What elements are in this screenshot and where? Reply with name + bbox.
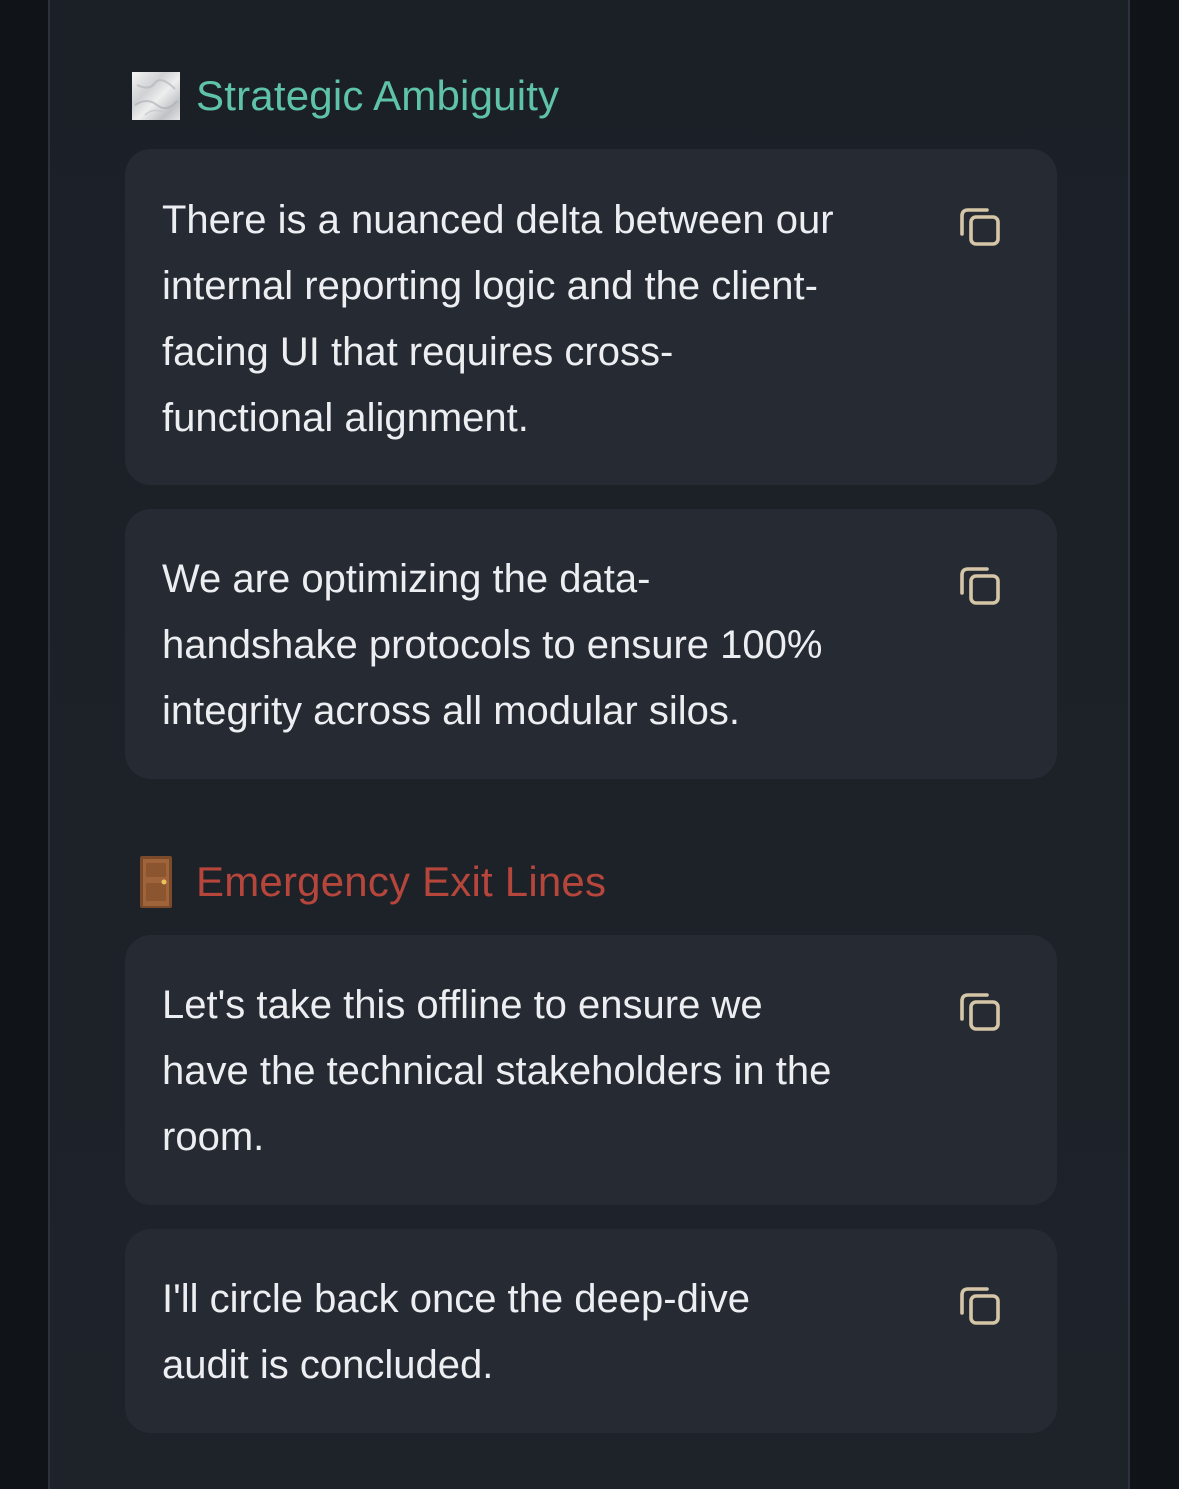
phrase-text: We are optimizing the data- handshake pr… [162, 546, 902, 744]
marble-square-icon [130, 70, 182, 122]
phrase-text-line: Let's take this offline to ensure we [162, 983, 763, 1027]
phrase-text: There is a nuanced delta between our int… [162, 187, 902, 451]
content-panel: Strategic Ambiguity There is a nuanced d… [48, 0, 1130, 1489]
copy-icon [957, 562, 1003, 613]
copy-button[interactable] [955, 1282, 1005, 1332]
phrase-text-line: facing UI that requires cross- [162, 330, 674, 374]
copy-icon [957, 203, 1003, 254]
copy-button[interactable] [955, 562, 1005, 612]
phrase-card: I'll circle back once the deep-dive audi… [125, 1229, 1057, 1433]
section-header-strategic-ambiguity: Strategic Ambiguity [130, 66, 559, 126]
phrase-text: Let's take this offline to ensure we hav… [162, 972, 902, 1170]
phrase-text-line: I'll circle back once the deep-dive [162, 1277, 750, 1321]
copy-button[interactable] [955, 203, 1005, 253]
phrase-text-line: internal reporting logic and the client- [162, 264, 818, 308]
phrase-card: We are optimizing the data- handshake pr… [125, 509, 1057, 779]
section-header-emergency-exit-lines: Emergency Exit Lines [130, 852, 606, 912]
door-icon [130, 856, 182, 908]
phrase-text-line: integrity across all modular silos. [162, 689, 740, 733]
section-title: Strategic Ambiguity [196, 72, 560, 119]
phrase-text-line: room. [162, 1115, 265, 1159]
phrase-card: There is a nuanced delta between our int… [125, 149, 1057, 485]
phrase-text: I'll circle back once the deep-dive audi… [162, 1266, 902, 1398]
phrase-text-line: have the technical stakeholders in the [162, 1049, 832, 1093]
section-title: Emergency Exit Lines [196, 858, 607, 905]
phrase-text-line: audit is concluded. [162, 1343, 494, 1387]
phrase-card: Let's take this offline to ensure we hav… [125, 935, 1057, 1205]
copy-button[interactable] [955, 988, 1005, 1038]
copy-icon [957, 988, 1003, 1039]
phrase-text-line: There is a nuanced delta between our [162, 198, 834, 242]
phrase-text-line: functional alignment. [162, 396, 529, 440]
phrase-text-line: handshake protocols to ensure 100% [162, 623, 823, 667]
copy-icon [957, 1282, 1003, 1333]
phrase-text-line: We are optimizing the data- [162, 557, 651, 601]
